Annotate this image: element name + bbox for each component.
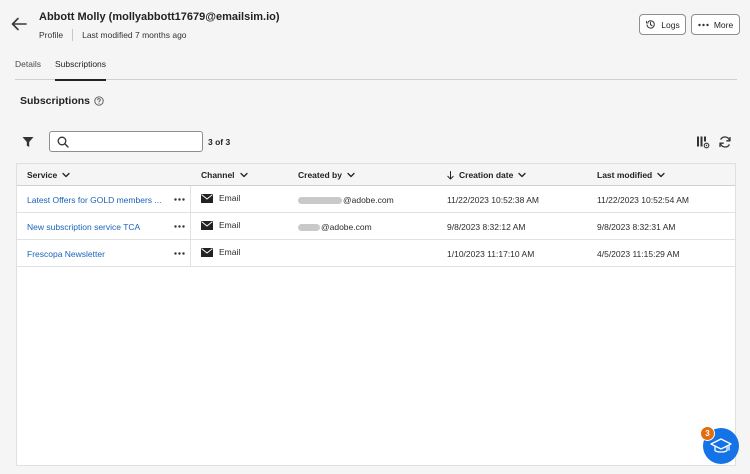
more-button[interactable]: More (691, 14, 740, 35)
row-actions-ellipsis-icon[interactable] (172, 219, 186, 233)
redacted-text (298, 224, 320, 232)
created-by-text: @adobe.com (343, 195, 394, 205)
column-header-creation-date[interactable]: Creation date (447, 170, 526, 180)
envelope-icon (201, 220, 213, 230)
last-modified-cell: 4/5/2023 11:15:29 AM (597, 249, 680, 259)
column-label: Last modified (597, 170, 653, 180)
channel-text: Email (219, 220, 241, 230)
table-row[interactable]: New subscription service TCA Email @adob… (17, 213, 735, 240)
help-circle-icon[interactable] (94, 96, 104, 106)
page-title: Abbott Molly (mollyabbott17679@emailsim.… (39, 11, 280, 23)
column-divider (190, 240, 191, 267)
column-divider (190, 186, 191, 213)
chevron-down-icon (62, 172, 70, 178)
refresh-icon[interactable] (718, 135, 732, 149)
notification-badge: 3 (700, 426, 715, 441)
row-actions-ellipsis-icon[interactable] (172, 246, 186, 260)
last-modified-cell: 11/22/2023 10:52:54 AM (597, 195, 690, 205)
back-arrow-icon[interactable] (10, 15, 28, 33)
section-title: Subscriptions (20, 95, 104, 107)
logs-button-label: Logs (661, 19, 680, 30)
service-link[interactable]: Frescopa Newsletter (27, 249, 105, 259)
chevron-down-icon (239, 172, 248, 178)
column-label: Service (27, 170, 58, 180)
channel-cell: Email (201, 247, 240, 257)
created-by-cell: @adobe.com (298, 195, 394, 205)
tab-bar: Details Subscriptions (15, 59, 737, 81)
column-divider (190, 213, 191, 240)
subtitle-divider (72, 29, 74, 41)
table-row[interactable]: Frescopa Newsletter Email 1/10/2023 11:1… (17, 240, 735, 267)
created-by-text: @adobe.com (321, 222, 372, 232)
graduation-cap-icon (710, 438, 732, 453)
ellipsis-icon (698, 23, 709, 26)
chevron-down-icon (657, 172, 665, 178)
channel-text: Email (219, 193, 241, 203)
creation-date-cell: 9/8/2023 8:32:12 AM (447, 222, 526, 232)
service-link[interactable]: New subscription service TCA (27, 222, 140, 232)
column-label: Creation date (459, 170, 514, 180)
column-header-service[interactable]: Service (27, 170, 70, 180)
last-modified-text: Last modified 7 months ago (82, 30, 187, 40)
logs-button[interactable]: Logs (639, 14, 686, 35)
tab-subscriptions[interactable]: Subscriptions (55, 59, 107, 81)
sort-descending-arrow-icon (447, 170, 454, 179)
column-header-last-modified[interactable]: Last modified (597, 170, 665, 180)
tab-details[interactable]: Details (15, 59, 41, 80)
search-input[interactable] (74, 134, 198, 149)
page-header: Abbott Molly (mollyabbott17679@emailsim.… (0, 0, 750, 50)
page-subtitle: Profile Last modified 7 months ago (39, 29, 187, 41)
funnel-icon[interactable] (22, 136, 34, 148)
envelope-icon (201, 247, 213, 257)
result-count: 3 of 3 (208, 137, 231, 147)
envelope-icon (201, 193, 213, 203)
section-title-text: Subscriptions (20, 95, 91, 107)
clock-history-icon (646, 20, 656, 29)
column-header-created-by[interactable]: Created by (298, 170, 355, 180)
column-header-channel[interactable]: Channel (201, 170, 248, 180)
magnifier-icon (57, 136, 69, 148)
column-label: Channel (201, 170, 235, 180)
chevron-down-icon (347, 172, 355, 178)
breadcrumb-profile: Profile (39, 30, 64, 40)
channel-cell: Email (201, 220, 240, 230)
table-header: Service Channel Created by Creation date… (17, 164, 735, 186)
more-button-label: More (713, 19, 734, 30)
last-modified-cell: 9/8/2023 8:32:31 AM (597, 222, 676, 232)
channel-text: Email (219, 247, 241, 257)
redacted-text (298, 197, 342, 205)
service-link[interactable]: Latest Offers for GOLD members ... (27, 195, 161, 205)
column-label: Created by (298, 170, 342, 180)
column-settings-icon[interactable] (696, 135, 710, 149)
search-field[interactable] (49, 131, 203, 152)
creation-date-cell: 11/22/2023 10:52:38 AM (447, 195, 540, 205)
chevron-down-icon (518, 172, 526, 178)
row-actions-ellipsis-icon[interactable] (172, 192, 186, 206)
created-by-cell: @adobe.com (298, 222, 372, 232)
creation-date-cell: 1/10/2023 11:17:10 AM (447, 249, 535, 259)
subscriptions-table: Service Channel Created by Creation date… (16, 163, 736, 466)
table-row[interactable]: Latest Offers for GOLD members ... Email… (17, 186, 735, 213)
channel-cell: Email (201, 193, 240, 203)
